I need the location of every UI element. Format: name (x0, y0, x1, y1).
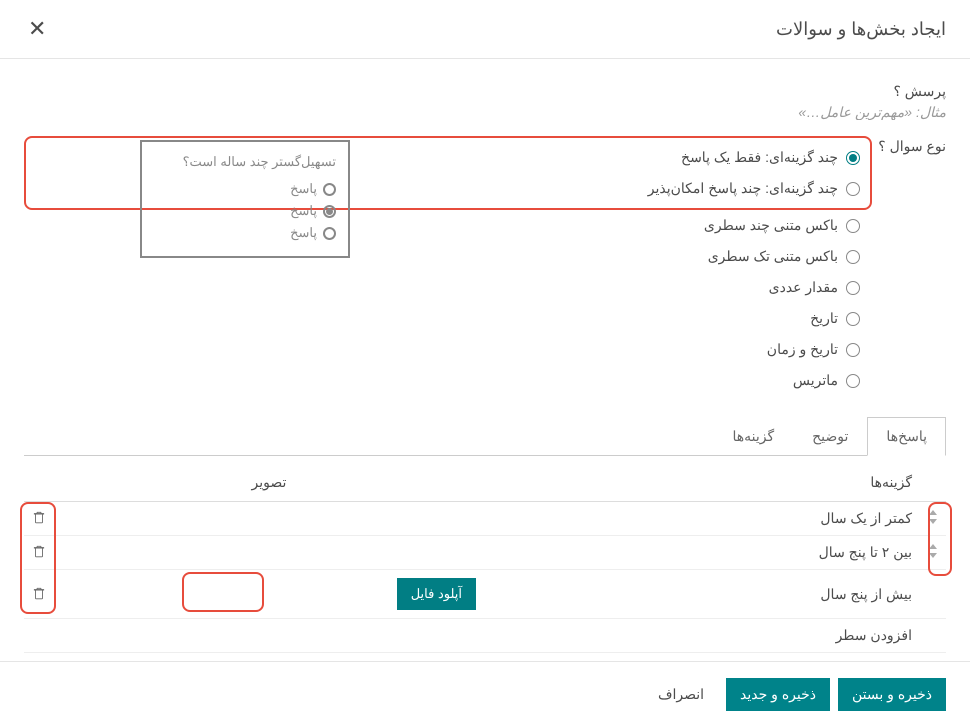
tab-answers[interactable]: پاسخ‌ها (867, 417, 946, 456)
col-handle (920, 456, 946, 502)
modal-footer: ذخیره و بستن ذخیره و جدید انصراف (0, 661, 970, 727)
type-label-text: مقدار عددی (769, 279, 838, 296)
image-cell[interactable] (54, 502, 484, 536)
save-new-button[interactable]: ذخیره و جدید (726, 678, 830, 711)
type-label-text: ماتریس (793, 372, 838, 389)
preview-answer: پاسخ (290, 203, 317, 219)
radio-icon (323, 183, 336, 196)
option-cell[interactable]: بین ۲ تا پنج سال (484, 536, 920, 570)
cancel-button[interactable]: انصراف (644, 678, 718, 711)
type-date[interactable]: تاریخ (24, 303, 860, 334)
trash-icon[interactable] (32, 545, 46, 561)
tabs: پاسخ‌ها توضیح گزینه‌ها (24, 416, 946, 456)
table-row: کمتر از یک سال (24, 502, 946, 536)
trash-icon[interactable] (32, 587, 46, 603)
question-input[interactable] (24, 104, 946, 120)
type-number[interactable]: مقدار عددی (24, 272, 860, 303)
drag-handle[interactable] (920, 502, 946, 536)
radio-icon (846, 151, 860, 165)
col-options: گزینه‌ها (484, 456, 920, 502)
answers-table: گزینه‌ها تصویر کمتر از یک سال (24, 456, 946, 653)
question-type-label: نوع سوال ؟ (876, 136, 946, 155)
option-cell[interactable]: کمتر از یک سال (484, 502, 920, 536)
image-cell[interactable] (54, 536, 484, 570)
drag-handle[interactable] (920, 536, 946, 570)
type-label-text: تاریخ و زمان (767, 341, 838, 358)
type-label-text: چند گزینه‌ای: فقط یک پاسخ (681, 149, 838, 166)
preview-item: پاسخ (154, 178, 336, 200)
table-row: بین ۲ تا پنج سال (24, 536, 946, 570)
delete-cell (24, 536, 54, 570)
upload-button[interactable]: آپلود فایل (397, 578, 476, 610)
delete-cell (24, 570, 54, 619)
radio-icon (846, 374, 860, 388)
type-label-text: باکس متنی تک سطری (708, 248, 838, 265)
radio-icon (846, 281, 860, 295)
radio-icon (846, 219, 860, 233)
add-row-link[interactable]: افزودن سطر (24, 619, 920, 653)
option-cell[interactable]: بیش از پنج سال (484, 570, 920, 619)
preview-title: تسهیل‌گستر چند ساله است؟ (154, 154, 336, 170)
type-label-text: تاریخ (810, 310, 838, 327)
type-label-text: باکس متنی چند سطری (704, 217, 838, 234)
type-datetime[interactable]: تاریخ و زمان (24, 334, 860, 365)
preview-item: پاسخ (154, 222, 336, 244)
radio-icon (846, 312, 860, 326)
add-row: افزودن سطر (24, 619, 946, 653)
modal-header: ایجاد بخش‌ها و سوالات ✕ (0, 0, 970, 59)
type-matrix[interactable]: ماتریس (24, 365, 860, 396)
image-cell[interactable]: آپلود فایل (54, 570, 484, 619)
radio-icon (846, 343, 860, 357)
tab-description[interactable]: توضیح (793, 417, 867, 456)
radio-icon (846, 250, 860, 264)
preview-answer: پاسخ (290, 181, 317, 197)
close-icon: ✕ (28, 16, 46, 41)
radio-icon (323, 205, 336, 218)
modal-title: ایجاد بخش‌ها و سوالات (776, 19, 946, 40)
sort-icon (928, 510, 938, 524)
trash-icon[interactable] (32, 511, 46, 527)
sort-icon (928, 544, 938, 558)
delete-cell (24, 502, 54, 536)
type-label-text: چند گزینه‌ای: چند پاسخ امکان‌پذیر (648, 180, 838, 197)
drag-handle[interactable] (920, 570, 946, 619)
col-delete (24, 456, 54, 502)
col-image: تصویر (54, 456, 484, 502)
close-button[interactable]: ✕ (24, 16, 50, 42)
answers-table-wrap: گزینه‌ها تصویر کمتر از یک سال (24, 456, 946, 653)
table-row: بیش از پنج سال آپلود فایل (24, 570, 946, 619)
tab-options[interactable]: گزینه‌ها (713, 417, 793, 456)
question-label: پرسش ؟ (24, 83, 946, 100)
preview-box: تسهیل‌گستر چند ساله است؟ پاسخ پاسخ پاسخ (140, 140, 350, 258)
radio-icon (323, 227, 336, 240)
preview-item: پاسخ (154, 200, 336, 222)
save-close-button[interactable]: ذخیره و بستن (838, 678, 946, 711)
radio-icon (846, 182, 860, 196)
preview-answer: پاسخ (290, 225, 317, 241)
